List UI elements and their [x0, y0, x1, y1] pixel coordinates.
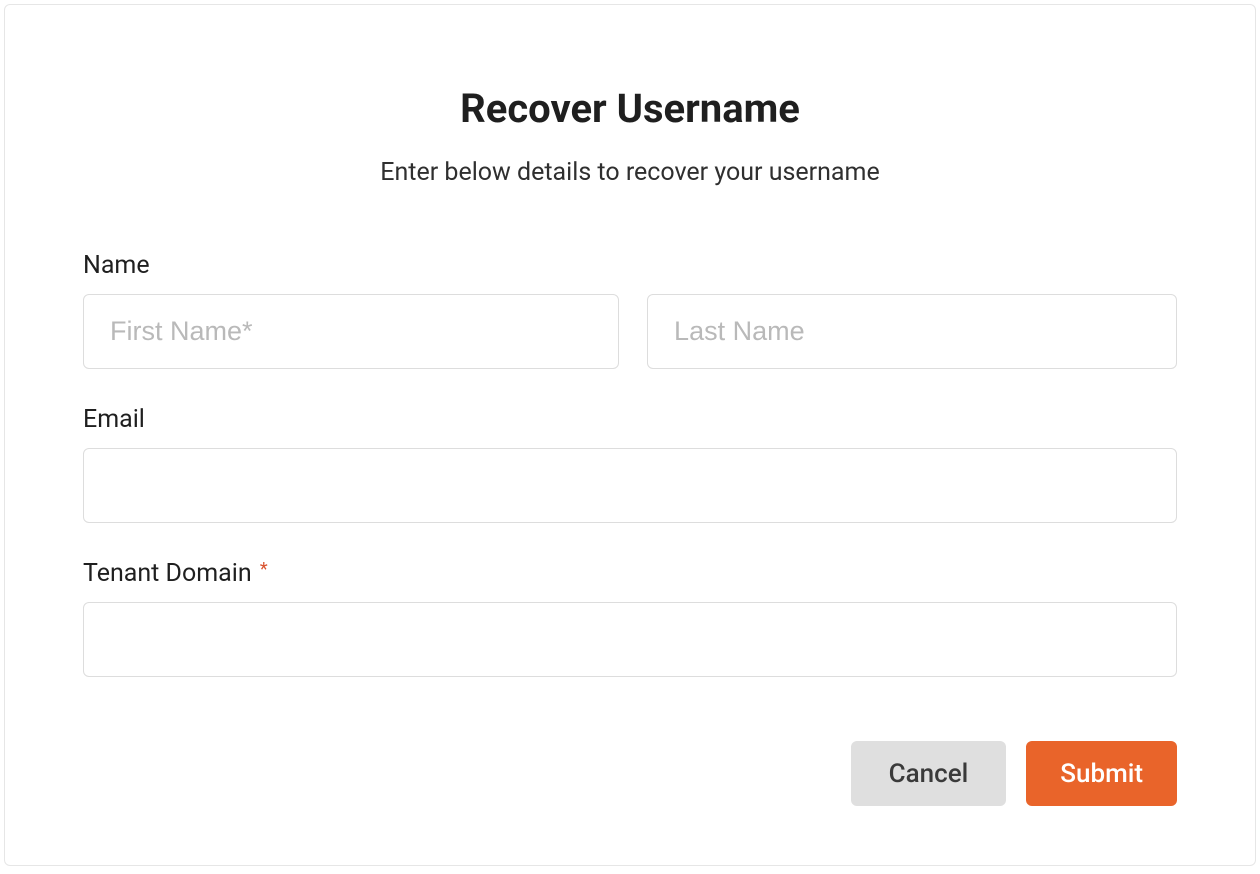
cancel-button[interactable]: Cancel [851, 741, 1007, 806]
page-title: Recover Username [83, 85, 1177, 132]
tenant-domain-label: Tenant Domain * [83, 559, 1177, 588]
page-subtitle: Enter below details to recover your user… [83, 158, 1177, 187]
required-asterisk: * [260, 559, 268, 580]
submit-button[interactable]: Submit [1026, 741, 1177, 806]
name-row [83, 294, 1177, 369]
first-name-input[interactable] [83, 294, 619, 369]
last-name-input[interactable] [647, 294, 1177, 369]
tenant-domain-group: Tenant Domain * [83, 559, 1177, 677]
email-group: Email [83, 405, 1177, 523]
email-label: Email [83, 405, 1177, 434]
tenant-domain-label-text: Tenant Domain [83, 559, 252, 588]
email-input[interactable] [83, 448, 1177, 523]
recover-username-card: Recover Username Enter below details to … [4, 4, 1256, 866]
form-actions: Cancel Submit [83, 741, 1177, 806]
name-label: Name [83, 251, 1177, 280]
tenant-domain-input[interactable] [83, 602, 1177, 677]
